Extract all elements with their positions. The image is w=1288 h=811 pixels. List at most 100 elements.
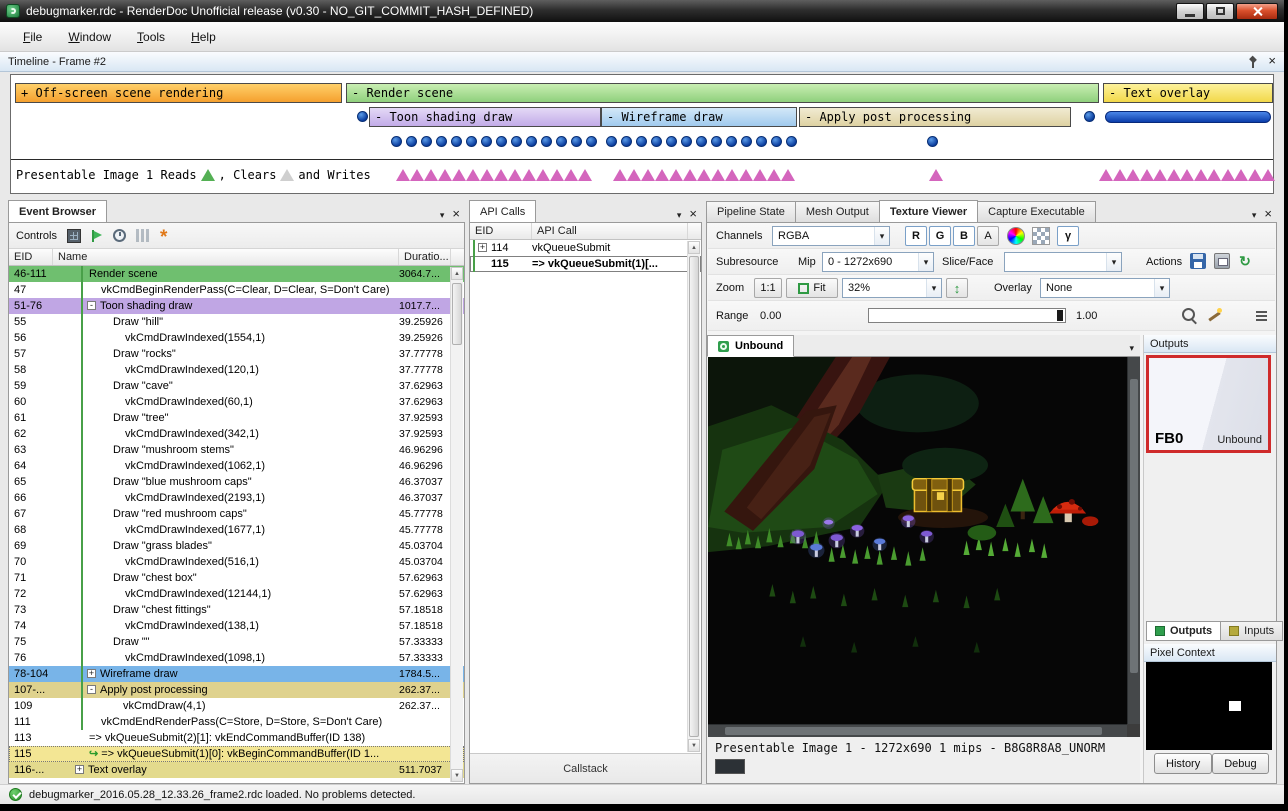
event-browser-scrollbar[interactable] (450, 267, 463, 782)
close-icon[interactable] (452, 205, 460, 223)
event-row[interactable]: 76vkCmdDrawIndexed(1098,1)57.33333 (9, 650, 464, 666)
close-icon[interactable] (689, 205, 697, 223)
range-slider-handle[interactable] (1057, 310, 1063, 321)
zoom-percent-select[interactable]: 32% (842, 278, 942, 298)
save-icon[interactable] (1190, 253, 1206, 269)
tab-outputs[interactable]: Outputs (1146, 621, 1221, 641)
texture-vertical-scrollbar[interactable] (1127, 357, 1140, 724)
event-row[interactable]: 57Draw "rocks"37.77778 (9, 346, 464, 362)
minimize-button[interactable] (1176, 3, 1204, 20)
api-call-row-selected[interactable]: 115 => vkQueueSubmit(1)[... (470, 256, 701, 272)
export-icon[interactable] (1214, 253, 1230, 269)
event-row[interactable]: 72vkCmdDrawIndexed(12144,1)57.62963 (9, 586, 464, 602)
scrollbar-thumb[interactable] (689, 256, 699, 737)
event-row[interactable]: 73Draw "chest fittings"57.18518 (9, 602, 464, 618)
chevron-down-icon[interactable] (440, 205, 445, 223)
close-icon[interactable] (1268, 55, 1276, 68)
expand-icon[interactable]: + (75, 765, 84, 774)
event-row[interactable]: 46-111Render scene3064.7... (9, 266, 464, 282)
magnifier-icon[interactable] (1180, 306, 1198, 324)
tab-mesh-output[interactable]: Mesh Output (795, 201, 880, 222)
event-row[interactable]: 64vkCmdDrawIndexed(1062,1)46.96296 (9, 458, 464, 474)
timeline-bar-post[interactable]: - Apply post processing (799, 107, 1071, 127)
tab-capture-executable[interactable]: Capture Executable (977, 201, 1096, 222)
api-calls-scrollbar[interactable] (687, 241, 700, 752)
overlay-select[interactable]: None (1040, 278, 1170, 298)
blue-channel-button[interactable]: B (953, 226, 975, 246)
event-row[interactable]: 60vkCmdDrawIndexed(60,1)37.62963 (9, 394, 464, 410)
event-row[interactable]: 70vkCmdDrawIndexed(516,1)45.03704 (9, 554, 464, 570)
timer-icon[interactable] (113, 229, 126, 242)
timeline-bar-toon[interactable]: - Toon shading draw (369, 107, 601, 127)
event-row[interactable]: 62vkCmdDrawIndexed(342,1)37.92593 (9, 426, 464, 442)
alpha-channel-button[interactable]: A (977, 226, 999, 246)
event-row[interactable]: 59Draw "cave"37.62963 (9, 378, 464, 394)
timeline-canvas[interactable]: + Off-screen scene rendering - Render sc… (10, 74, 1274, 194)
refresh-icon[interactable]: ↻ (1236, 253, 1254, 271)
texture-image[interactable] (708, 357, 1127, 724)
debug-button[interactable]: Debug (1212, 753, 1268, 774)
event-row[interactable]: 51-76-Toon shading draw1017.7... (9, 298, 464, 314)
chevron-down-icon[interactable] (677, 205, 682, 223)
event-row[interactable]: 116-...+Text overlay511.7037 (9, 762, 464, 778)
tab-api-calls[interactable]: API Calls (469, 200, 536, 222)
autofit-wand-icon[interactable] (1206, 306, 1224, 324)
event-row[interactable]: 107-...-Apply post processing262.37... (9, 682, 464, 698)
slice-face-select[interactable] (1004, 252, 1122, 272)
close-button[interactable] (1236, 3, 1278, 20)
scroll-down-icon[interactable] (688, 739, 700, 752)
red-channel-button[interactable]: R (905, 226, 927, 246)
tab-texture-viewer[interactable]: Texture Viewer (879, 200, 978, 222)
event-row[interactable]: 115↪=> vkQueueSubmit(1)[0]: vkBeginComma… (9, 746, 464, 762)
range-slider[interactable] (868, 308, 1066, 323)
expand-icon[interactable]: + (478, 243, 487, 252)
collapse-icon[interactable]: - (87, 301, 96, 310)
event-row[interactable]: 55Draw "hill"39.25926 (9, 314, 464, 330)
bookmark-icon[interactable] (159, 229, 172, 243)
timeline-bar-wireframe[interactable]: - Wireframe draw (601, 107, 797, 127)
event-row[interactable]: 111vkCmdEndRenderPass(C=Store, D=Store, … (9, 714, 464, 730)
scroll-up-icon[interactable] (688, 241, 700, 254)
api-call-row[interactable]: +114 vkQueueSubmit (470, 240, 701, 256)
fb0-thumbnail[interactable]: FB0 Unbound (1146, 355, 1271, 453)
event-row[interactable]: 65Draw "blue mushroom caps"46.37037 (9, 474, 464, 490)
event-row[interactable]: 69Draw "grass blades"45.03704 (9, 538, 464, 554)
tab-event-browser[interactable]: Event Browser (8, 200, 107, 222)
menu-file[interactable]: File (10, 25, 55, 49)
callstack-section[interactable]: Callstack (470, 753, 701, 783)
pin-icon[interactable] (1248, 56, 1258, 68)
chevron-down-icon[interactable] (1123, 338, 1140, 356)
timeline-bar-text-overlay[interactable]: - Text overlay (1103, 83, 1273, 103)
expand-icon[interactable]: + (87, 669, 96, 678)
channels-select[interactable]: RGBA (772, 226, 890, 246)
event-row[interactable]: 61Draw "tree"37.92593 (9, 410, 464, 426)
timeline-bar-offscreen[interactable]: + Off-screen scene rendering (15, 83, 342, 103)
event-row[interactable]: 68vkCmdDrawIndexed(1677,1)45.77778 (9, 522, 464, 538)
event-row[interactable]: 67Draw "red mushroom caps"45.77778 (9, 506, 464, 522)
event-row[interactable]: 56vkCmdDrawIndexed(1554,1)39.25926 (9, 330, 464, 346)
gamma-button[interactable]: γ (1057, 226, 1079, 246)
event-row[interactable]: 47vkCmdBeginRenderPass(C=Clear, D=Clear,… (9, 282, 464, 298)
pixel-context-view[interactable] (1146, 662, 1272, 750)
zoom-fit-button[interactable]: Fit (786, 278, 838, 298)
event-row[interactable]: 74vkCmdDrawIndexed(138,1)57.18518 (9, 618, 464, 634)
close-icon[interactable] (1264, 205, 1272, 223)
scroll-up-icon[interactable] (451, 267, 463, 280)
history-button[interactable]: History (1154, 753, 1212, 774)
collapse-icon[interactable]: - (87, 685, 96, 694)
menu-window[interactable]: Window (55, 25, 124, 49)
event-row[interactable]: 58vkCmdDrawIndexed(120,1)37.77778 (9, 362, 464, 378)
event-row[interactable]: 78-104+Wireframe draw1784.5... (9, 666, 464, 682)
event-row[interactable]: 75Draw ""57.33333 (9, 634, 464, 650)
tab-unbound-texture[interactable]: Unbound (707, 335, 794, 357)
event-row[interactable]: 71Draw "chest box"57.62963 (9, 570, 464, 586)
event-row[interactable]: 113=> vkQueueSubmit(2)[1]: vkEndCommandB… (9, 730, 464, 746)
event-row[interactable]: 66vkCmdDrawIndexed(2193,1)46.37037 (9, 490, 464, 506)
jump-to-event-icon[interactable] (91, 230, 103, 242)
menu-help[interactable]: Help (178, 25, 229, 49)
flip-y-button[interactable]: ↕ (946, 278, 968, 298)
scroll-down-icon[interactable] (451, 769, 463, 782)
tab-inputs[interactable]: Inputs (1220, 621, 1283, 641)
event-row[interactable]: 63Draw "mushroom stems"46.96296 (9, 442, 464, 458)
chevron-down-icon[interactable] (1252, 205, 1257, 223)
